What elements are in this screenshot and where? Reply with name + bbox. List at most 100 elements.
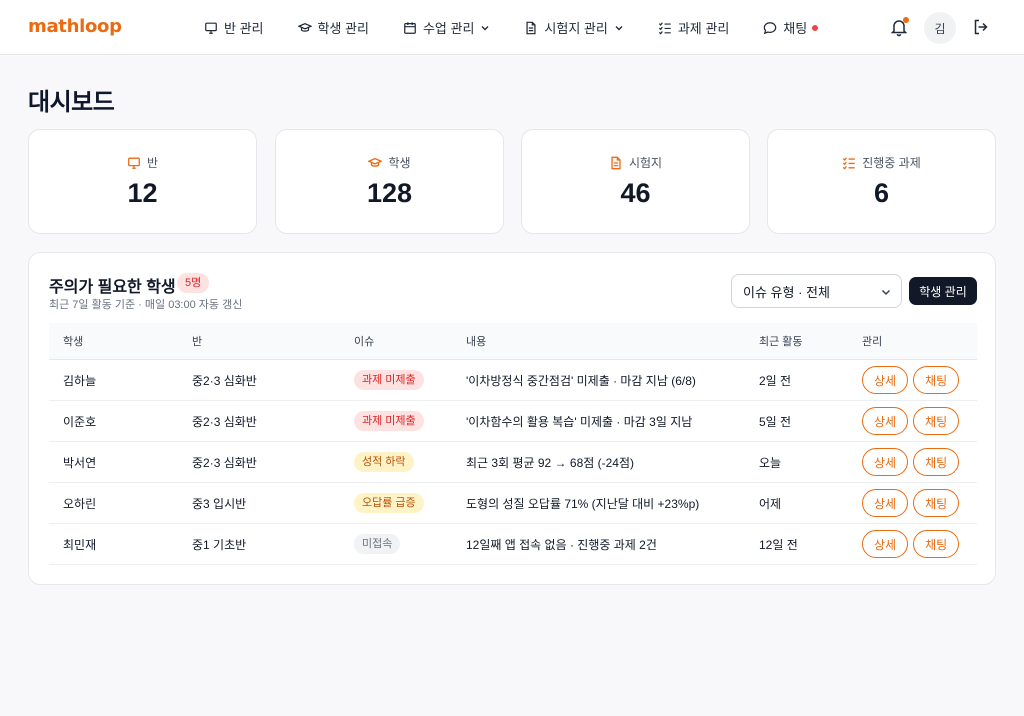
logout-button[interactable] xyxy=(972,18,990,36)
issue-type-filter[interactable]: 이슈 유형 · 전체 xyxy=(731,274,902,308)
nav-item-lessons[interactable]: 수업 관리 xyxy=(403,0,490,55)
graduation-cap-icon xyxy=(368,156,383,170)
stat-label: 진행중 과제 xyxy=(862,156,921,170)
count-badge: 5명 xyxy=(177,273,210,293)
detail-button[interactable]: 상세 xyxy=(862,407,909,435)
stat-card-exams: 시험지 46 xyxy=(521,129,750,234)
chat-button[interactable]: 채팅 xyxy=(913,489,960,517)
stat-value: 12 xyxy=(127,178,158,208)
column-header-last-activity: 최근 활동 xyxy=(759,336,803,348)
last-activity: 오늘 xyxy=(759,455,782,470)
student-name: 오하린 xyxy=(63,496,97,511)
detail-button[interactable]: 상세 xyxy=(862,448,909,476)
checklist-icon xyxy=(658,21,672,35)
chevron-down-icon xyxy=(480,23,490,33)
stat-card-assignments: 진행중 과제 6 xyxy=(767,129,996,234)
page-title: 대시보드 xyxy=(28,89,115,116)
chat-icon xyxy=(763,21,777,35)
last-activity: 5일 전 xyxy=(759,414,792,429)
class-name: 중2·3 심화반 xyxy=(192,373,257,388)
stat-value: 128 xyxy=(366,178,413,208)
column-header-detail: 내용 xyxy=(466,336,487,348)
bell-icon xyxy=(889,20,909,41)
top-navigation-bar: mathloop 반 관리 학생 관리 수업 관리 시험지 관리 과제 관리 채… xyxy=(0,0,1024,55)
issue-badge: 과제 미제출 xyxy=(354,411,424,431)
table-row: 오하린 중3 입시반 오답률 급증 도형의 성질 오답률 71% (지난달 대비… xyxy=(49,483,977,524)
issue-detail: '이차함수의 활용 복습' 미제출 · 마감 3일 지남 xyxy=(466,414,693,429)
student-name: 이준호 xyxy=(63,414,97,429)
last-activity: 어제 xyxy=(759,496,782,511)
stat-card-students: 학생 128 xyxy=(275,129,504,234)
nav-item-chat[interactable]: 채팅 xyxy=(763,0,819,55)
column-header-actions: 관리 xyxy=(862,336,883,348)
issue-detail: '이차방정식 중간점검' 미제출 · 마감 지남 (6/8) xyxy=(466,373,696,388)
nav-item-label: 학생 관리 xyxy=(317,21,369,36)
calendar-icon xyxy=(403,21,417,35)
issue-badge: 성적 하락 xyxy=(354,452,414,472)
panel-title: 주의가 필요한 학생 xyxy=(49,279,176,296)
detail-button[interactable]: 상세 xyxy=(862,530,909,558)
unread-indicator xyxy=(812,24,819,31)
avatar[interactable]: 김 xyxy=(924,12,956,44)
last-activity: 2일 전 xyxy=(759,373,792,388)
nav-item-label: 반 관리 xyxy=(224,21,264,36)
nav-item-exams[interactable]: 시험지 관리 xyxy=(524,0,623,55)
stat-label: 학생 xyxy=(388,156,411,170)
monitor-icon xyxy=(204,21,218,35)
document-icon xyxy=(524,21,538,35)
checklist-icon xyxy=(842,156,856,170)
table-row: 이준호 중2·3 심화반 과제 미제출 '이차함수의 활용 복습' 미제출 · … xyxy=(49,401,977,442)
nav-item-label: 과제 관리 xyxy=(677,21,730,36)
chat-button[interactable]: 채팅 xyxy=(913,448,960,476)
app-logo[interactable]: mathloop xyxy=(28,16,122,37)
student-management-button[interactable]: 학생 관리 xyxy=(909,277,977,305)
nav-item-label: 수업 관리 xyxy=(422,21,475,36)
class-name: 중3 입시반 xyxy=(192,496,247,511)
class-name: 중1 기초반 xyxy=(192,537,247,552)
column-header-student: 학생 xyxy=(63,336,84,348)
chevron-down-icon xyxy=(880,286,892,298)
main-nav: 반 관리 학생 관리 수업 관리 시험지 관리 과제 관리 채팅 xyxy=(204,0,819,55)
table-row: 최민재 중1 기초반 미접속 12일째 앱 접속 없음 · 진행중 과제 2건 … xyxy=(49,524,977,565)
detail-button[interactable]: 상세 xyxy=(862,366,909,394)
issue-detail: 최근 3회 평균 92 → 68점 (-24점) xyxy=(466,455,634,470)
last-activity: 12일 전 xyxy=(759,537,798,552)
issue-badge: 오답률 급증 xyxy=(354,493,424,513)
attention-table: 학생 반 이슈 내용 최근 활동 관리 김하늘 중2·3 심화반 과제 미제출 … xyxy=(49,323,977,565)
stat-value: 46 xyxy=(620,178,651,208)
issue-badge: 미접속 xyxy=(354,534,401,554)
column-header-class: 반 xyxy=(192,336,203,348)
panel-subtitle: 최근 7일 활동 기준 · 매일 03:00 자동 갱신 xyxy=(49,299,243,311)
column-header-issue: 이슈 xyxy=(354,336,375,348)
chevron-down-icon xyxy=(614,23,624,33)
nav-item-classes[interactable]: 반 관리 xyxy=(204,0,264,55)
chat-button[interactable]: 채팅 xyxy=(913,407,960,435)
table-row: 박서연 중2·3 심화반 성적 하락 최근 3회 평균 92 → 68점 (-2… xyxy=(49,442,977,483)
notification-button[interactable] xyxy=(889,17,909,37)
class-name: 중2·3 심화반 xyxy=(192,455,257,470)
notification-dot xyxy=(903,17,909,23)
issue-detail: 도형의 성질 오답률 71% (지난달 대비 +23%p) xyxy=(466,496,700,511)
stat-card-classes: 반 12 xyxy=(28,129,257,234)
nav-item-assignments[interactable]: 과제 관리 xyxy=(658,0,729,55)
stat-label: 반 xyxy=(146,156,159,170)
graduation-cap-icon xyxy=(297,21,312,35)
stat-value: 6 xyxy=(873,178,890,208)
issue-badge: 과제 미제출 xyxy=(354,370,424,390)
student-name: 김하늘 xyxy=(63,373,97,388)
table-row: 김하늘 중2·3 심화반 과제 미제출 '이차방정식 중간점검' 미제출 · 마… xyxy=(49,360,977,401)
table-header: 학생 반 이슈 내용 최근 활동 관리 xyxy=(49,323,977,360)
issue-detail: 12일째 앱 접속 없음 · 진행중 과제 2건 xyxy=(466,537,657,552)
class-name: 중2·3 심화반 xyxy=(192,414,257,429)
logout-icon xyxy=(972,19,990,40)
chat-button[interactable]: 채팅 xyxy=(913,530,960,558)
nav-item-students[interactable]: 학생 관리 xyxy=(297,0,369,55)
nav-item-label: 시험지 관리 xyxy=(544,21,608,36)
detail-button[interactable]: 상세 xyxy=(862,489,909,517)
nav-item-label: 채팅 xyxy=(783,21,808,36)
monitor-icon xyxy=(127,156,141,170)
document-icon xyxy=(609,156,623,170)
filter-value: 이슈 유형 · 전체 xyxy=(743,284,830,300)
chat-button[interactable]: 채팅 xyxy=(913,366,960,394)
student-name: 박서연 xyxy=(63,455,97,470)
